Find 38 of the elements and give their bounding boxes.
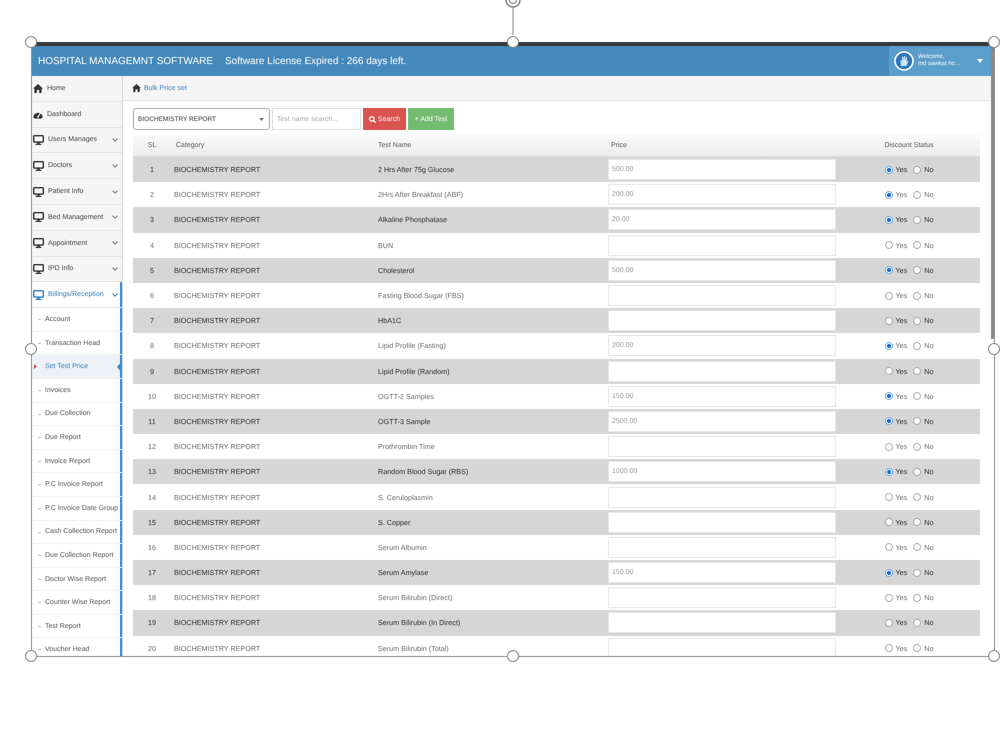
price-input[interactable] bbox=[608, 436, 836, 458]
chevron-down-icon bbox=[112, 215, 118, 220]
resize-handle-icon[interactable] bbox=[25, 650, 37, 662]
search-icon bbox=[368, 116, 376, 122]
resize-handle-icon[interactable] bbox=[25, 36, 37, 48]
price-input[interactable] bbox=[608, 360, 836, 382]
price-input[interactable] bbox=[608, 612, 836, 634]
chevron-down-icon bbox=[112, 164, 118, 168]
resize-handle-icon[interactable] bbox=[507, 650, 519, 662]
price-input[interactable] bbox=[608, 638, 836, 656]
resize-handle-icon[interactable] bbox=[988, 343, 1000, 355]
price-input[interactable] bbox=[608, 285, 836, 306]
price-input[interactable] bbox=[608, 486, 836, 508]
chevron-down-icon bbox=[112, 241, 118, 246]
home-icon bbox=[132, 84, 141, 92]
chevron-down-icon bbox=[112, 292, 118, 297]
app-title: HOSPITAL MANAGEMNT SOFTWARE bbox=[38, 56, 214, 66]
resize-handle-icon[interactable] bbox=[988, 650, 1000, 662]
caret-icon bbox=[259, 118, 264, 120]
price-input[interactable] bbox=[608, 512, 836, 533]
scrollbar-thumb[interactable] bbox=[991, 49, 994, 339]
chevron-down-icon bbox=[112, 266, 118, 271]
license-notice: Software License Expired : 266 days left. bbox=[225, 56, 406, 66]
avatar-icon bbox=[894, 51, 914, 71]
rotate-handle-icon[interactable] bbox=[505, 0, 521, 35]
resize-handle-icon[interactable] bbox=[507, 36, 519, 48]
price-input[interactable] bbox=[608, 536, 836, 558]
price-input[interactable] bbox=[608, 234, 836, 256]
caret-icon bbox=[34, 364, 37, 370]
resize-handle-icon[interactable] bbox=[988, 36, 1000, 48]
monitor-icon bbox=[33, 290, 44, 300]
chevron-down-icon bbox=[112, 190, 118, 194]
caret-icon bbox=[977, 59, 983, 63]
resize-handle-icon[interactable] bbox=[25, 343, 37, 355]
chevron-down-icon bbox=[112, 138, 118, 142]
price-input[interactable] bbox=[608, 587, 836, 608]
price-input[interactable] bbox=[608, 310, 836, 332]
triangle-icon bbox=[117, 361, 122, 374]
